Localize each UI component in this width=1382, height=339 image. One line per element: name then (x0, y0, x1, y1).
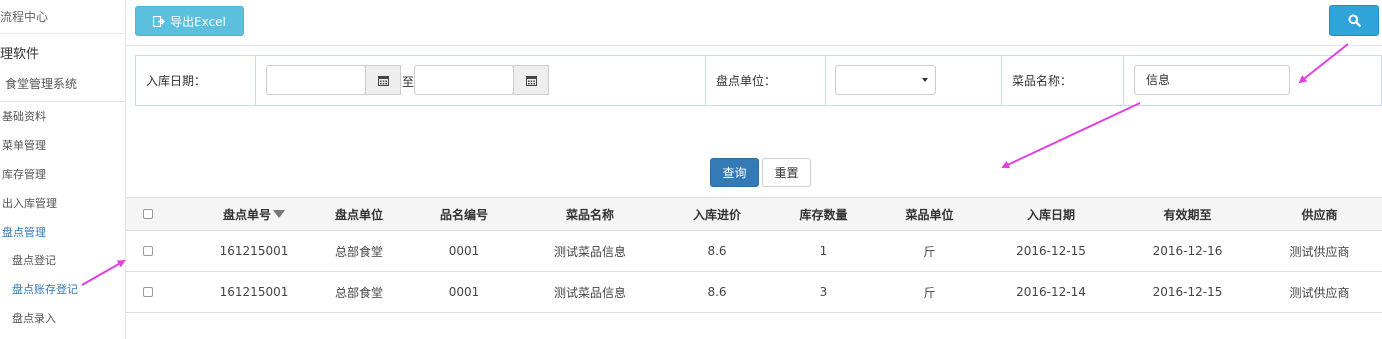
column-header[interactable]: 品名编号 (410, 198, 518, 230)
unit-label-cell: 盘点单位： (706, 56, 826, 105)
table-cell: 2016-12-16 (1152, 244, 1223, 258)
date-end-input[interactable] (414, 65, 514, 95)
column-header[interactable]: 盘点单位 (315, 198, 403, 230)
unit-select-cell (826, 56, 1002, 105)
table-cell: 161215001 (219, 244, 289, 258)
row-select-cell (126, 231, 170, 271)
column-header-label: 盘点单号 (222, 207, 271, 222)
sidebar-item-menu[interactable]: 菜单管理 (2, 137, 46, 153)
name-input-cell: 信息 (1124, 56, 1381, 105)
table-cell: 斤 (923, 285, 936, 300)
calendar-icon (377, 75, 389, 86)
sidebar: 流程中心 理软件 食堂管理系统 基础资料 菜单管理 库存管理 出入库管理 盘点管… (0, 0, 126, 339)
sidebar-divider (0, 33, 126, 34)
column-header[interactable]: 供应商 (1257, 198, 1382, 230)
sidebar-item-stocktake[interactable]: 盘点管理 (2, 224, 46, 240)
export-excel-label: 导出Excel (170, 14, 226, 29)
date-start-input[interactable] (266, 65, 366, 95)
sidebar-sub-account-register[interactable]: 盘点账存登记 (12, 281, 78, 297)
row-checkbox[interactable] (143, 287, 153, 297)
sort-desc-icon[interactable] (273, 210, 285, 218)
table-cell: 1 (819, 244, 828, 258)
column-header[interactable]: 菜品名称 (518, 198, 662, 230)
sidebar-software[interactable]: 理软件 (0, 43, 39, 62)
reset-button[interactable]: 重置 (762, 158, 811, 187)
unit-label: 盘点单位： (716, 74, 777, 88)
sidebar-item-basic[interactable]: 基础资料 (2, 108, 46, 124)
table-cell: 8.6 (707, 244, 727, 258)
unit-select[interactable] (835, 65, 936, 95)
dish-name-input[interactable]: 信息 (1134, 65, 1290, 95)
sidebar-system[interactable]: 食堂管理系统 (5, 75, 77, 92)
table-cell: 测试供应商 (1289, 244, 1350, 259)
select-all-checkbox[interactable] (143, 209, 153, 219)
export-excel-button[interactable]: 导出Excel (135, 6, 244, 36)
sidebar-sub-entry[interactable]: 盘点录入 (12, 310, 56, 326)
table-cell: 8.6 (707, 285, 727, 299)
date-end-calendar-button[interactable] (513, 65, 549, 95)
export-icon (153, 15, 166, 27)
annotation-arrow (1001, 102, 1141, 169)
column-header[interactable]: 菜品单位 (875, 198, 984, 230)
name-label: 菜品名称： (1012, 74, 1073, 88)
date-start-calendar-button[interactable] (365, 65, 401, 95)
sidebar-item-inout[interactable]: 出入库管理 (2, 195, 57, 211)
table-cell: 2016-12-15 (1152, 285, 1223, 299)
table-cell: 测试供应商 (1289, 285, 1350, 300)
table-cell: 总部食堂 (334, 285, 383, 300)
search-toggle-button[interactable] (1329, 5, 1379, 36)
table-row[interactable]: 161215001 总部食堂 0001 测试菜品信息 8.6 1 斤 2016-… (126, 231, 1382, 272)
query-button[interactable]: 查询 (710, 158, 759, 187)
table-cell: 0001 (448, 285, 480, 299)
column-header[interactable]: 盘点单号 (170, 198, 338, 230)
sidebar-item-inventory[interactable]: 库存管理 (2, 166, 46, 182)
row-select-cell (126, 272, 170, 312)
table-row[interactable]: 161215001 总部食堂 0001 测试菜品信息 8.6 3 斤 2016-… (126, 272, 1382, 313)
sidebar-flow-center[interactable]: 流程中心 (0, 8, 48, 25)
table-header: 盘点单号 盘点单位 品名编号 菜品名称 入库进价 库存数量 菜品单位 入库日期 … (126, 197, 1382, 231)
date-input-cell: 至 (256, 56, 706, 105)
table-cell: 0001 (448, 244, 480, 258)
date-range-separator: 至 (402, 75, 415, 89)
caret-down-icon (922, 78, 928, 82)
calendar-icon (525, 75, 537, 86)
toolbar-divider (126, 45, 1382, 46)
table-cell: 测试菜品信息 (553, 285, 626, 300)
sidebar-divider (0, 101, 126, 102)
table-cell: 2016-12-14 (1016, 285, 1086, 299)
filter-panel: 入库日期： 至 盘点单位： 菜品名称： 信息 (135, 55, 1382, 106)
sidebar-sub-register[interactable]: 盘点登记 (12, 252, 56, 268)
table-cell: 总部食堂 (334, 244, 383, 259)
select-all-cell (126, 198, 170, 230)
column-header[interactable]: 有效期至 (1118, 198, 1257, 230)
table-cell: 斤 (923, 244, 936, 259)
name-label-cell: 菜品名称： (1002, 56, 1124, 105)
row-checkbox[interactable] (143, 246, 153, 256)
column-header[interactable]: 入库日期 (984, 198, 1118, 230)
table-cell: 161215001 (219, 285, 289, 299)
date-label-cell: 入库日期： (136, 56, 256, 105)
search-icon (1348, 14, 1361, 27)
table-cell: 2016-12-15 (1016, 244, 1086, 258)
column-header[interactable]: 库存数量 (772, 198, 875, 230)
column-header[interactable]: 入库进价 (662, 198, 772, 230)
date-label: 入库日期： (146, 74, 207, 88)
table-cell: 3 (819, 285, 828, 299)
table-cell: 测试菜品信息 (553, 244, 626, 259)
